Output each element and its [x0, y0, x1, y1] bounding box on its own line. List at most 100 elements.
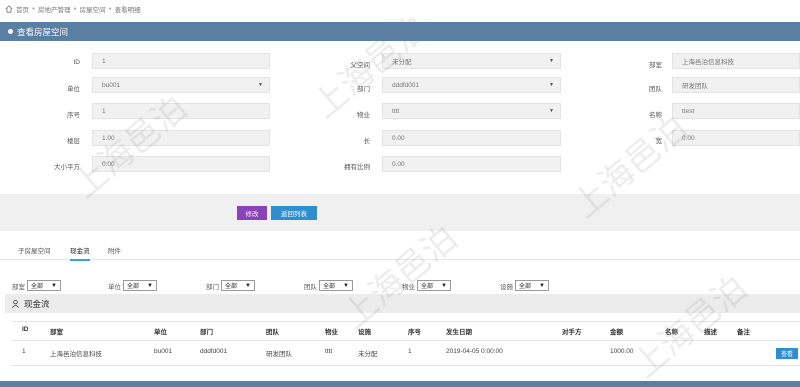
caret-down-icon: ▼: [51, 282, 57, 289]
team-label: 团队: [649, 86, 662, 93]
unit-select[interactable]: bu001 ▼: [92, 77, 270, 93]
unit-value: bu001: [102, 81, 121, 89]
filter-team-select[interactable]: 全部 ▼: [319, 280, 353, 291]
col-header-facility: 设施: [358, 329, 371, 336]
name-label: 名称: [649, 112, 662, 119]
filter-company: 部室 全部 ▼: [12, 280, 61, 291]
filter-facility-value: 全部: [519, 284, 532, 290]
filter-unit-value: 全部: [127, 284, 140, 290]
cell-seq: 1: [408, 348, 412, 355]
cell-dept: dddfd001: [200, 348, 228, 355]
edit-button[interactable]: 修改: [237, 206, 267, 220]
filter-dept-value: 全部: [225, 284, 238, 290]
caret-down-icon: ▼: [245, 282, 251, 289]
filter-facility: 设施 全部 ▼: [500, 280, 549, 291]
table-divider: [12, 321, 800, 322]
filter-property: 物业 全部 ▼: [402, 280, 451, 291]
filter-company-select[interactable]: 全部 ▼: [27, 280, 61, 291]
name-value: ttest: [682, 107, 695, 115]
length-label: 长: [363, 138, 371, 145]
page-title-bar: 查看房屋空间: [0, 22, 800, 41]
cash-flow-section-header: 现金流: [5, 294, 800, 313]
width-label: 宽: [655, 138, 663, 145]
dept-select[interactable]: dddfd001 ▼: [382, 77, 561, 93]
tab-cash-flow[interactable]: 现金流: [70, 245, 90, 261]
seq-label: 序号: [67, 112, 80, 119]
filter-property-select[interactable]: 全部 ▼: [417, 280, 451, 291]
caret-down-icon: ▼: [539, 282, 545, 289]
cell-unit: bu001: [154, 348, 173, 355]
filter-team-value: 全部: [323, 284, 336, 290]
parent-value: 未分配: [392, 59, 412, 66]
property-label: 物业: [357, 112, 370, 119]
col-header-counterparty: 对手方: [562, 329, 582, 336]
view-row-button[interactable]: 查看: [776, 348, 798, 359]
area-value: 0.00: [102, 160, 115, 168]
floor-field[interactable]: 1.00: [92, 130, 270, 146]
col-header-team: 团队: [266, 329, 279, 336]
filter-dept-select[interactable]: 全部 ▼: [221, 280, 255, 291]
cell-facility: 未分配: [358, 351, 378, 358]
breadcrumb-separator-icon: ●: [32, 6, 36, 12]
breadcrumb-home[interactable]: 首页: [16, 4, 29, 14]
col-header-name: 名称: [665, 329, 678, 336]
team-value: 研发团队: [682, 83, 708, 90]
seq-field[interactable]: 1: [92, 103, 270, 119]
caret-down-icon: ▼: [441, 282, 447, 289]
cell-date: 2019-04-05 0:00:00: [446, 348, 503, 355]
tab-attachments[interactable]: 附件: [108, 245, 121, 255]
section-title: 现金流: [24, 298, 50, 309]
col-header-company: 部室: [50, 329, 63, 336]
col-header-id: ID: [22, 326, 29, 333]
parent-select[interactable]: 未分配 ▼: [382, 53, 561, 69]
area-field[interactable]: 0.00: [92, 156, 270, 172]
breadcrumb-realestate[interactable]: 房地产管理: [38, 4, 71, 14]
dept-value: dddfd001: [392, 81, 420, 89]
detail-tabs: 子房屋空间 现金流 附件: [0, 240, 800, 261]
cell-id: 1: [22, 348, 26, 355]
col-header-property: 物业: [325, 329, 338, 336]
parent-label: 父空间: [350, 62, 371, 69]
table-divider: [12, 340, 800, 341]
company-field[interactable]: 上海邑泊信息科技: [672, 53, 800, 69]
filter-company-value: 全部: [31, 284, 44, 290]
unit-label: 单位: [67, 86, 80, 93]
company-label: 部室: [649, 62, 662, 69]
breadcrumb-space[interactable]: 房屋空间: [80, 4, 106, 14]
team-field[interactable]: 研发团队: [672, 77, 800, 93]
col-header-amount: 金额: [610, 329, 623, 336]
home-icon[interactable]: [5, 5, 13, 13]
name-field[interactable]: ttest: [672, 103, 800, 119]
caret-down-icon: ▼: [549, 82, 554, 88]
breadcrumb-separator-icon: ●: [73, 6, 77, 12]
col-header-remarks: 备注: [737, 329, 750, 336]
caret-down-icon: ▼: [343, 282, 349, 289]
filter-dept-label: 部门: [206, 283, 219, 291]
filter-unit-label: 单位: [108, 283, 121, 291]
filter-unit-select[interactable]: 全部 ▼: [123, 280, 157, 291]
cell-team: 研发团队: [266, 351, 292, 358]
length-value: 0.00: [392, 134, 405, 142]
cell-amount: 1000.00: [610, 348, 634, 355]
property-select[interactable]: tttt ▼: [382, 103, 561, 119]
company-value: 上海邑泊信息科技: [682, 59, 734, 66]
id-field[interactable]: 1: [92, 53, 270, 69]
back-to-list-button[interactable]: 返回列表: [271, 206, 317, 220]
ratio-field[interactable]: 0.00: [382, 156, 561, 172]
action-panel: 修改 返回列表: [0, 194, 800, 231]
caret-down-icon: ▼: [549, 108, 554, 114]
id-label: ID: [73, 59, 81, 66]
caret-down-icon: ▼: [549, 58, 554, 64]
tab-child-spaces[interactable]: 子房屋空间: [18, 245, 51, 255]
seq-value: 1: [102, 107, 106, 115]
ratio-value: 0.00: [392, 160, 405, 168]
user-icon: [12, 299, 19, 308]
filter-team-label: 团队: [304, 283, 317, 291]
breadcrumb-current: 查看明细: [114, 7, 141, 14]
length-field[interactable]: 0.00: [382, 130, 561, 146]
cell-company: 上海邑泊信息科技: [50, 351, 102, 358]
filter-facility-label: 设施: [500, 283, 513, 291]
filter-facility-select[interactable]: 全部 ▼: [515, 280, 549, 291]
width-field[interactable]: 0.00: [672, 130, 800, 146]
filter-company-label: 部室: [12, 283, 25, 291]
